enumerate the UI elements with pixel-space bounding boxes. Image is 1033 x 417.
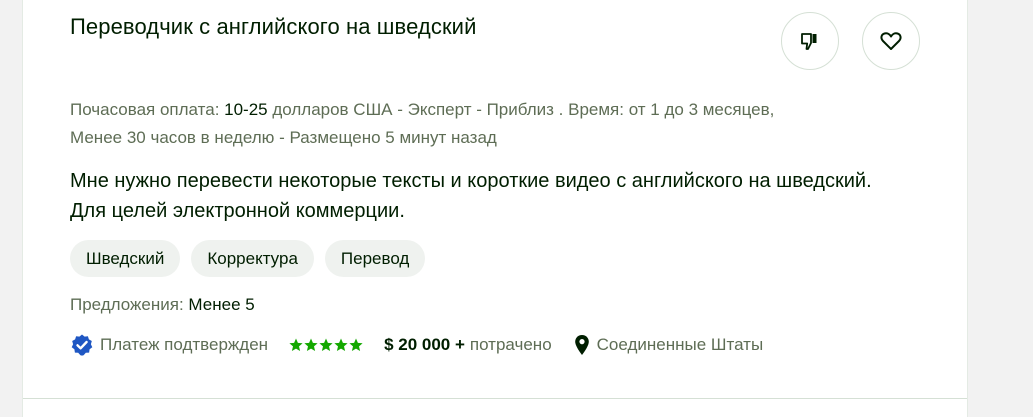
rate-value: 10-25: [224, 100, 268, 119]
payment-verified-label: Платеж подтвержден: [100, 335, 269, 354]
rate-label: Почасовая оплата:: [70, 100, 225, 119]
star-icon: [319, 338, 333, 351]
job-title[interactable]: Переводчик с английского на шведский: [70, 14, 476, 40]
verified-badge-icon: [71, 334, 93, 356]
star-icon: [349, 338, 363, 351]
star-icon: [289, 338, 303, 351]
heart-icon: [880, 32, 902, 50]
client-rating: [289, 338, 364, 352]
star-icon: [334, 338, 348, 351]
client-location: Соединенные Штаты: [596, 335, 764, 354]
thumbs-down-icon: [801, 33, 817, 50]
dislike-button[interactable]: [781, 12, 839, 70]
save-job-button[interactable]: [862, 12, 920, 70]
meta-line2: Менее 30 часов в неделю - Размещено 5 ми…: [70, 128, 497, 147]
proposals-label: Предложения:: [70, 295, 189, 314]
client-info: Платеж подтвержден $ 20 000 + потрачено …: [70, 331, 763, 359]
star-icon: [304, 338, 318, 351]
client-spent-amount: $ 20 000 +: [384, 335, 465, 354]
location-pin-icon: [574, 335, 589, 355]
job-meta: Почасовая оплата: 10-25 долларов США - Э…: [70, 96, 890, 152]
job-description: Мне нужно перевести некоторые тексты и к…: [70, 170, 872, 222]
client-spent-label: потрачено: [469, 335, 552, 354]
meta-line1-rest: долларов США - Эксперт - Приблиз . Время…: [267, 100, 775, 119]
skill-tags: Шведский Корректура Перевод: [70, 240, 426, 277]
skill-tag[interactable]: Перевод: [324, 240, 426, 277]
skill-tag[interactable]: Корректура: [191, 240, 314, 277]
card-divider: [23, 398, 967, 399]
skill-tag[interactable]: Шведский: [70, 240, 181, 277]
proposals-value: Менее 5: [188, 295, 255, 314]
job-card[interactable]: Переводчик с английского на шведский Поч…: [22, 0, 968, 417]
proposals-count: Предложения: Менее 5: [70, 295, 255, 315]
